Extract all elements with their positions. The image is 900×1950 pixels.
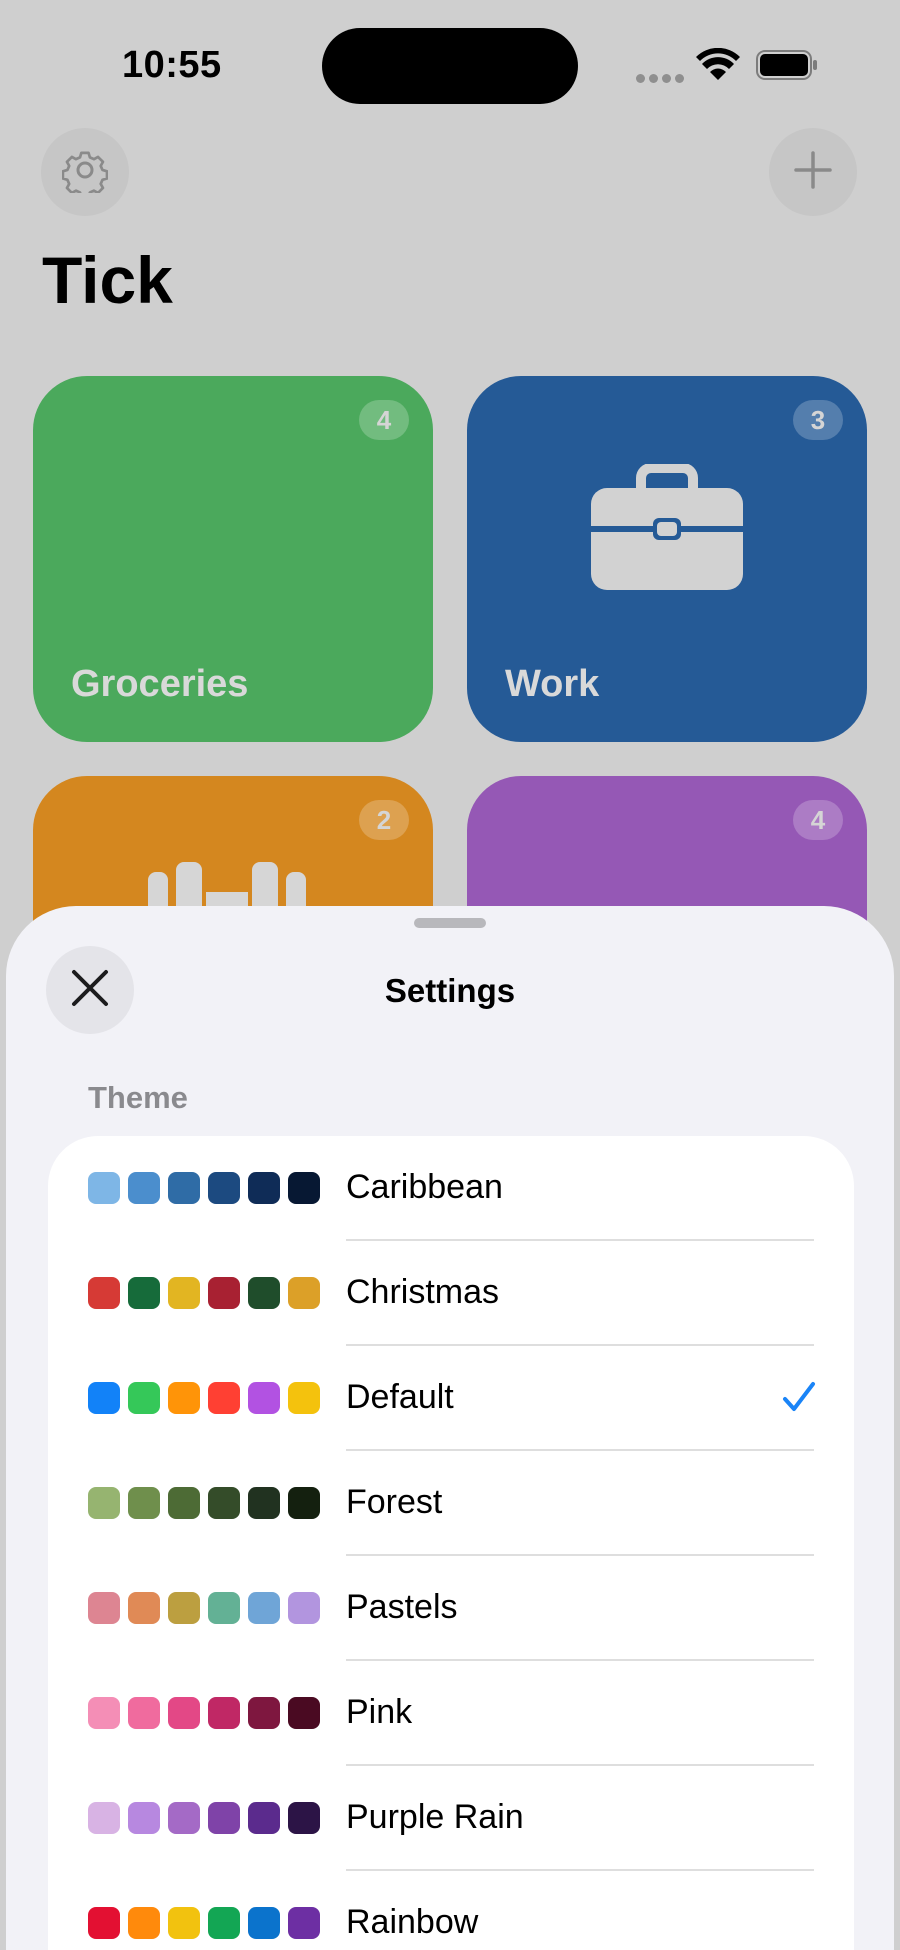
item-count-badge: 3 [793, 400, 843, 440]
checkmark-icon [782, 1380, 816, 1419]
color-swatches [88, 1382, 328, 1414]
list-tile-groceries[interactable]: 4 Groceries [33, 376, 433, 742]
color-swatches [88, 1487, 328, 1519]
item-count-badge: 4 [359, 400, 409, 440]
color-swatch [168, 1382, 200, 1414]
plus-icon [793, 150, 833, 195]
color-swatches [88, 1907, 328, 1939]
color-swatch [288, 1277, 320, 1309]
color-swatch [128, 1907, 160, 1939]
color-swatch [288, 1592, 320, 1624]
color-swatch [88, 1277, 120, 1309]
color-swatch [248, 1907, 280, 1939]
color-swatch [168, 1802, 200, 1834]
theme-row-purple-rain[interactable]: Purple Rain [48, 1766, 854, 1871]
color-swatch [168, 1277, 200, 1309]
color-swatch [248, 1382, 280, 1414]
color-swatch [88, 1907, 120, 1939]
gear-icon [61, 147, 109, 198]
sheet-title: Settings [384, 972, 516, 1009]
color-swatch [208, 1592, 240, 1624]
color-swatch [168, 1592, 200, 1624]
theme-name: Pastels [346, 1588, 458, 1626]
color-swatch [288, 1802, 320, 1834]
add-list-button[interactable] [769, 128, 857, 216]
color-swatch [288, 1172, 320, 1204]
color-swatch [248, 1802, 280, 1834]
color-swatch [208, 1907, 240, 1939]
battery-icon [756, 50, 818, 85]
section-header-theme: Theme [88, 1080, 188, 1115]
color-swatch [248, 1592, 280, 1624]
color-swatch [168, 1697, 200, 1729]
color-swatch [88, 1802, 120, 1834]
color-swatch [248, 1697, 280, 1729]
color-swatch [88, 1172, 120, 1204]
color-swatch [168, 1172, 200, 1204]
sheet-grabber[interactable] [414, 918, 486, 928]
status-bar: 10:55 [0, 0, 900, 120]
color-swatch [288, 1697, 320, 1729]
color-swatch [128, 1697, 160, 1729]
color-swatch [88, 1487, 120, 1519]
color-swatch [208, 1277, 240, 1309]
color-swatches [88, 1802, 328, 1834]
wifi-icon [696, 47, 740, 87]
cellular-signal-icon [636, 70, 688, 88]
theme-row-pastels[interactable]: Pastels [48, 1556, 854, 1661]
theme-row-caribbean[interactable]: Caribbean [48, 1136, 854, 1241]
color-swatch [128, 1172, 160, 1204]
list-tile-work[interactable]: 3 Work [467, 376, 867, 742]
color-swatch [88, 1382, 120, 1414]
color-swatch [128, 1382, 160, 1414]
color-swatch [168, 1487, 200, 1519]
color-swatch [208, 1697, 240, 1729]
color-swatch [248, 1487, 280, 1519]
color-swatch [88, 1697, 120, 1729]
theme-row-christmas[interactable]: Christmas [48, 1241, 854, 1346]
color-swatch [208, 1382, 240, 1414]
settings-button[interactable] [41, 128, 129, 216]
color-swatch [288, 1907, 320, 1939]
color-swatch [128, 1277, 160, 1309]
color-swatch [248, 1277, 280, 1309]
theme-row-pink[interactable]: Pink [48, 1661, 854, 1766]
list-name: Groceries [71, 663, 249, 705]
color-swatch [208, 1487, 240, 1519]
theme-name: Christmas [346, 1273, 500, 1311]
color-swatches [88, 1277, 328, 1309]
color-swatch [208, 1802, 240, 1834]
color-swatch [208, 1172, 240, 1204]
color-swatches [88, 1172, 328, 1204]
theme-row-rainbow[interactable]: Rainbow [48, 1871, 854, 1950]
color-swatch [128, 1592, 160, 1624]
theme-row-forest[interactable]: Forest [48, 1451, 854, 1556]
theme-name: Purple Rain [346, 1798, 524, 1836]
color-swatches [88, 1697, 328, 1729]
theme-name: Forest [346, 1483, 443, 1521]
theme-name: Caribbean [346, 1168, 503, 1206]
item-count-badge: 4 [793, 800, 843, 840]
dynamic-island [322, 28, 578, 104]
color-swatch [168, 1907, 200, 1939]
status-time: 10:55 [122, 44, 222, 86]
list-name: Work [505, 663, 600, 705]
settings-sheet: Settings Theme Caribbean Christmas Default… [6, 906, 894, 1950]
color-swatch [288, 1382, 320, 1414]
color-swatch [248, 1172, 280, 1204]
theme-row-default[interactable]: Default [48, 1346, 854, 1451]
color-swatch [288, 1487, 320, 1519]
page-title: Tick [42, 243, 173, 317]
color-swatch [128, 1487, 160, 1519]
theme-name: Pink [346, 1693, 413, 1731]
briefcase-icon [591, 463, 743, 595]
color-swatch [128, 1802, 160, 1834]
color-swatch [88, 1592, 120, 1624]
item-count-badge: 2 [359, 800, 409, 840]
theme-name: Default [346, 1378, 454, 1416]
theme-list: Caribbean Christmas Default Forest Pastels Pi… [48, 1136, 854, 1950]
color-swatches [88, 1592, 328, 1624]
theme-name: Rainbow [346, 1903, 479, 1941]
